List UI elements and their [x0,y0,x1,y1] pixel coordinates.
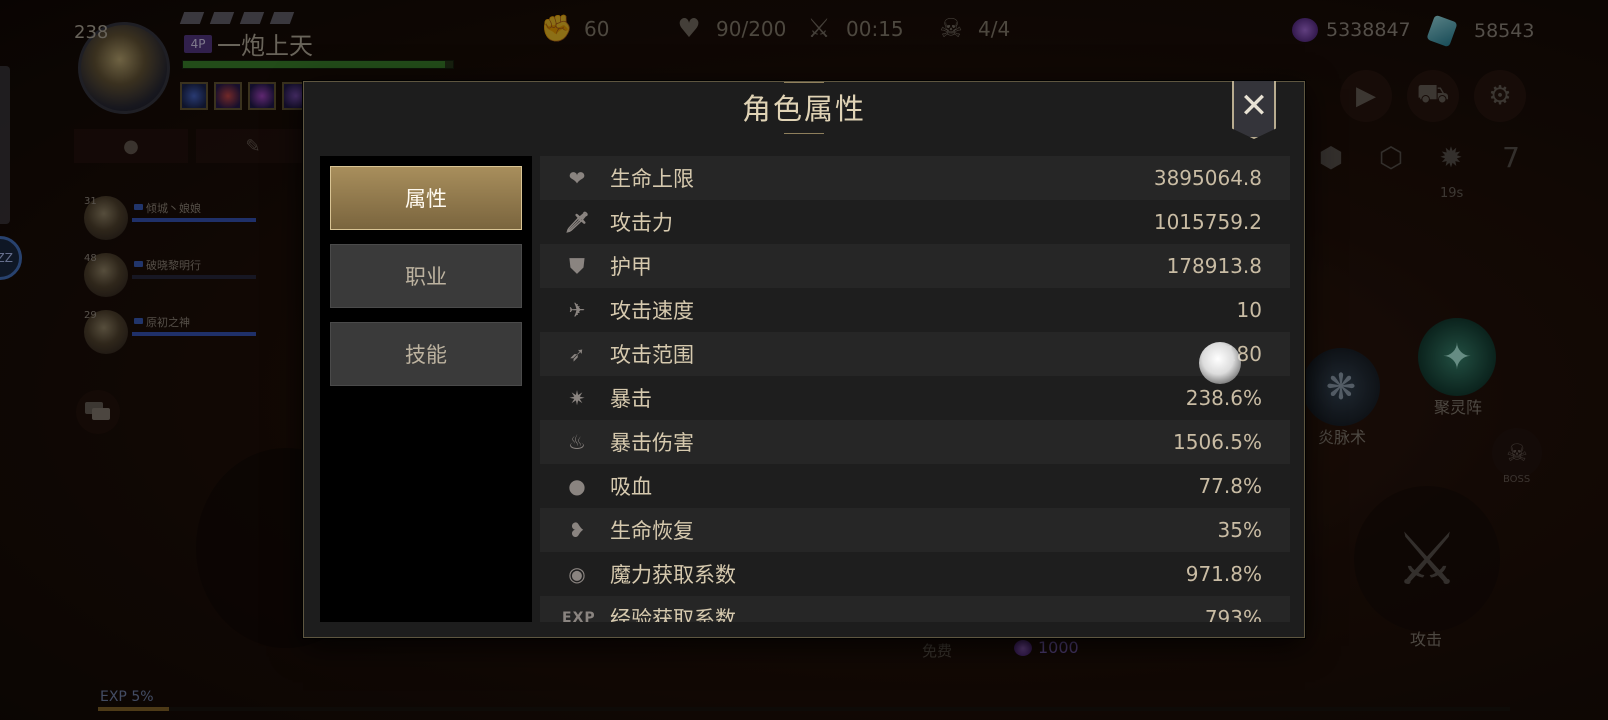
attribute-name: 生命恢复 [610,519,694,543]
attribute-row: ⛊ 护甲 178913.8 [540,244,1290,288]
attribute-value: 1015759.2 [1153,210,1262,234]
attribute-row: ◉ 魔力获取系数 971.8% [540,552,1290,596]
attribute-value: 238.6% [1185,386,1262,410]
attribute-name: 生命上限 [610,167,694,191]
dialog-title: 角色属性 [741,92,866,126]
touch-indicator [1199,342,1241,384]
attribute-name: 魔力获取系数 [610,563,736,587]
attribute-value: 77.8% [1198,474,1262,498]
exp-icon: EXP [562,610,596,622]
range-icon: ➶ [568,342,586,366]
mana-bomb-icon: ◉ [568,562,586,586]
attribute-value: 1506.5% [1173,430,1262,454]
attribute-name: 吸血 [610,475,652,499]
attribute-row: ● 吸血 77.8% [540,464,1290,508]
dialog-tab-list: 属性 职业 技能 [320,156,532,622]
attribute-row: ➶ 攻击范围 180 [540,332,1290,376]
burst-icon: ✷ [568,386,586,410]
heart-icon: ❤ [568,166,586,190]
close-icon: ✕ [1239,86,1269,126]
attribute-row: ❤ 生命上限 3895064.8 [540,156,1290,200]
attribute-name: 暴击 [610,387,652,411]
attribute-value: 10 [1236,298,1262,322]
attribute-name: 经验获取系数 [610,607,736,622]
attribute-row: EXP 经验获取系数 793% [540,596,1290,622]
attribute-row: ✷ 暴击 238.6% [540,376,1290,420]
attribute-value: 971.8% [1185,562,1262,586]
wing-icon: ✈ [568,298,586,322]
attribute-name: 暴击伤害 [610,431,694,455]
sword-icon: 🗡 [564,210,590,234]
tab-attributes[interactable]: 属性 [330,166,522,230]
blood-drop-icon: ● [568,474,586,498]
flame-icon: ♨ [568,430,586,454]
attribute-row: ♨ 暴击伤害 1506.5% [540,420,1290,464]
attribute-row: ✈ 攻击速度 10 [540,288,1290,332]
attribute-row: ❥ 生命恢复 35% [540,508,1290,552]
attribute-value: 35% [1217,518,1262,542]
title-ornament [784,133,824,141]
attribute-value: 178913.8 [1166,254,1262,278]
tab-skills[interactable]: 技能 [330,322,522,386]
attribute-name: 攻击力 [610,211,673,235]
attribute-name: 攻击范围 [610,343,694,367]
shield-icon: ⛊ [569,254,585,278]
attribute-name: 护甲 [610,255,652,279]
tab-class[interactable]: 职业 [330,244,522,308]
close-button[interactable]: ✕ [1232,81,1276,139]
character-attributes-dialog: 角色属性 ✕ 属性 职业 技能 ❤ 生命上限 3895064.8 🗡 攻击力 101575… [303,81,1305,638]
attribute-list[interactable]: ❤ 生命上限 3895064.8 🗡 攻击力 1015759.2 ⛊ 护甲 178913.8 ✈ 攻… [540,156,1290,622]
attribute-value: 793% [1204,606,1262,622]
attribute-name: 攻击速度 [610,299,694,323]
attribute-value: 3895064.8 [1153,166,1262,190]
attribute-row: 🗡 攻击力 1015759.2 [540,200,1290,244]
heart-plus-icon: ❥ [568,518,586,542]
